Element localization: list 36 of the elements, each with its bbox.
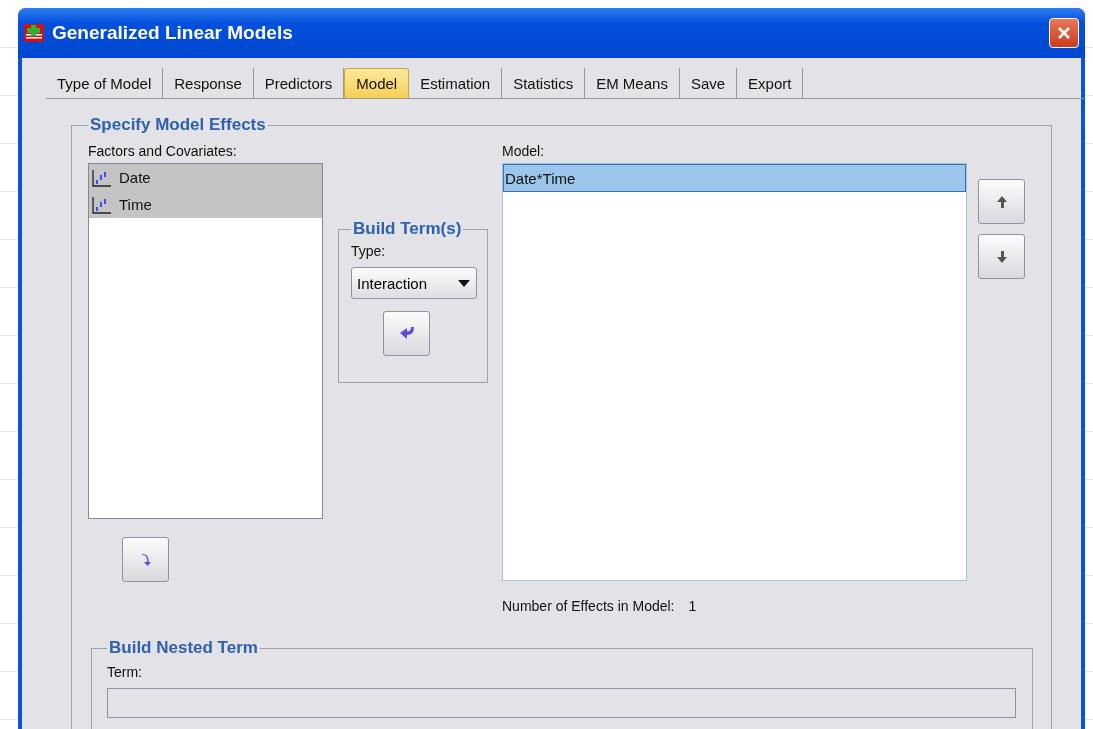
variable-list[interactable]: Date Time bbox=[88, 163, 323, 519]
list-item[interactable]: Time bbox=[89, 191, 322, 218]
move-down-button[interactable] bbox=[978, 234, 1025, 279]
dropdown-caret-icon bbox=[458, 279, 470, 287]
close-icon bbox=[1056, 25, 1072, 41]
close-button[interactable] bbox=[1049, 18, 1079, 48]
add-term-button[interactable] bbox=[383, 311, 430, 356]
tab[interactable]: Estimation bbox=[409, 68, 503, 98]
down-arrow-icon bbox=[994, 249, 1009, 264]
move-down-button[interactable] bbox=[122, 537, 169, 582]
scale-variable-icon bbox=[91, 194, 113, 215]
list-item[interactable]: Date*Time bbox=[503, 164, 966, 192]
scale-variable-icon bbox=[91, 167, 113, 188]
app-icon bbox=[24, 24, 44, 42]
model-list[interactable]: Date*Time bbox=[502, 163, 967, 581]
type-dropdown[interactable]: Interaction bbox=[351, 267, 477, 299]
list-label: Model: bbox=[502, 143, 546, 159]
up-arrow-icon bbox=[994, 194, 1009, 209]
group-title: Specify Model Effects bbox=[89, 115, 267, 135]
window-title: Generalized Linear Models bbox=[52, 22, 294, 44]
tab[interactable]: Response bbox=[163, 68, 254, 98]
term-label: Term: bbox=[107, 664, 143, 680]
type-label: Type: bbox=[351, 243, 387, 259]
tab[interactable]: Model bbox=[344, 68, 410, 98]
tab[interactable]: Export bbox=[737, 68, 804, 98]
move-up-button[interactable] bbox=[978, 179, 1025, 224]
tab[interactable]: EM Means bbox=[585, 68, 680, 98]
effects-count-label: Number of Effects in Model: bbox=[502, 598, 675, 614]
group-title: Build Term(s) bbox=[352, 219, 463, 239]
tab[interactable]: Statistics bbox=[502, 68, 586, 98]
list-item[interactable]: Date bbox=[89, 164, 322, 191]
group-title: Build Nested Term bbox=[108, 638, 259, 658]
effects-count-value: 1 bbox=[688, 598, 697, 614]
list-label: Factors and Covariates: bbox=[88, 143, 238, 159]
tab[interactable]: Save bbox=[679, 68, 738, 98]
tab[interactable]: Type of Model bbox=[46, 68, 164, 98]
